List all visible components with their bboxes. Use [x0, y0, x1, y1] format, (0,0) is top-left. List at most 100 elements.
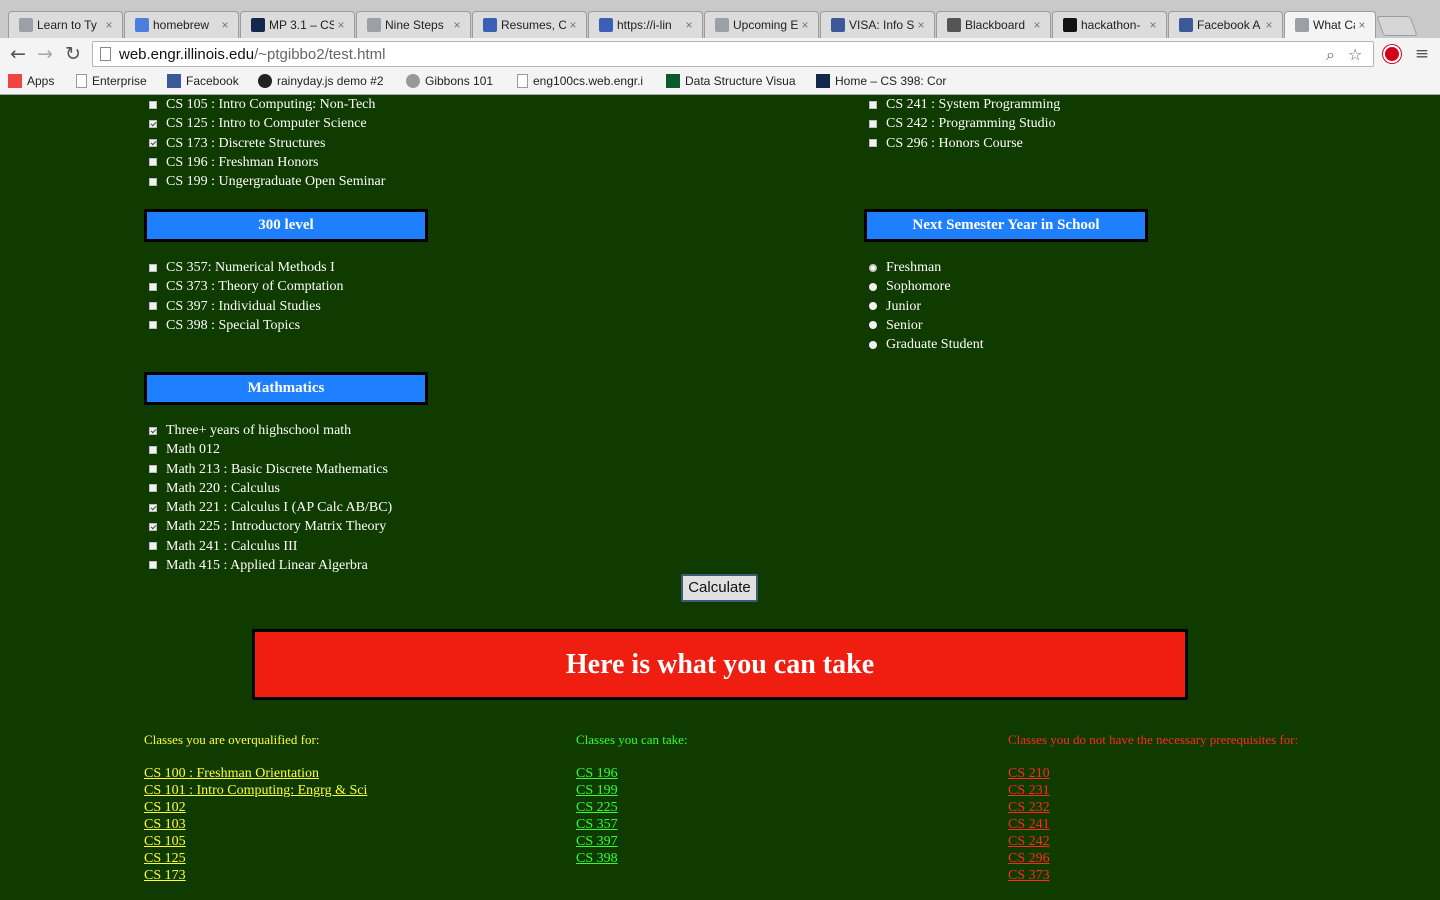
back-arrow-icon[interactable]: ←: [6, 42, 30, 66]
checkbox[interactable]: [149, 263, 157, 272]
course-link[interactable]: CS 357: [576, 816, 688, 833]
close-icon[interactable]: ×: [1262, 18, 1276, 32]
url-text[interactable]: web.engr.illinois.edu/~ptgibbo2/test.htm…: [119, 46, 385, 63]
close-icon[interactable]: ×: [566, 18, 580, 32]
checkbox-option: CS 242 : Programming Studio: [865, 114, 1056, 133]
course-link[interactable]: CS 199: [576, 782, 688, 799]
bookmark-item[interactable]: Apps: [8, 74, 54, 88]
course-link[interactable]: CS 232: [1008, 799, 1298, 816]
course-link[interactable]: CS 210: [1008, 765, 1298, 782]
close-icon[interactable]: ×: [1030, 18, 1044, 32]
checkbox[interactable]: [869, 139, 877, 147]
course-link[interactable]: CS 102: [144, 799, 367, 816]
close-icon[interactable]: ×: [1146, 18, 1160, 32]
close-icon[interactable]: ×: [218, 18, 232, 32]
bookmark-item[interactable]: Gibbons 101: [406, 74, 493, 88]
checkbox[interactable]: [869, 100, 877, 109]
checkbox[interactable]: [149, 139, 157, 147]
close-icon[interactable]: ×: [914, 18, 928, 32]
course-link[interactable]: CS 100 : Freshman Orientation: [144, 765, 367, 782]
magnifier-icon[interactable]: ⌕: [1326, 45, 1335, 65]
radio-button[interactable]: [869, 321, 877, 330]
page-icon: [76, 74, 87, 88]
course-link[interactable]: CS 373: [1008, 867, 1298, 884]
browser-tab[interactable]: Upcoming E ×: [704, 11, 819, 38]
checkbox[interactable]: [149, 426, 157, 435]
close-icon[interactable]: ×: [102, 18, 116, 32]
new-tab-button[interactable]: [1376, 16, 1418, 36]
browser-tab[interactable]: Blackboard ×: [936, 11, 1051, 38]
course-link[interactable]: CS 242: [1008, 833, 1298, 850]
course-link[interactable]: CS 103: [144, 816, 367, 833]
course-link[interactable]: CS 296: [1008, 850, 1298, 867]
checkbox[interactable]: [149, 542, 157, 550]
radio-button[interactable]: [869, 263, 877, 272]
checkbox[interactable]: [149, 522, 157, 531]
radio-button[interactable]: [869, 302, 877, 310]
browser-tab[interactable]: Nine Steps ×: [356, 11, 471, 38]
radio-option: Sophomore: [865, 277, 951, 296]
close-icon[interactable]: ×: [798, 18, 812, 32]
option-label: CS 125 : Intro to Computer Science: [166, 116, 367, 132]
gear-icon: [406, 74, 420, 88]
bookmark-item[interactable]: Facebook: [167, 74, 239, 88]
radio-option: Junior: [865, 297, 921, 316]
bookmark-item[interactable]: Data Structure Visua: [666, 74, 796, 88]
course-link[interactable]: CS 225: [576, 799, 688, 816]
browser-tab[interactable]: Learn to Ty ×: [8, 11, 123, 38]
option-label: Senior: [886, 317, 923, 333]
forward-arrow-icon[interactable]: →: [33, 42, 57, 66]
checkbox[interactable]: [149, 445, 157, 454]
calculate-button[interactable]: Calculate: [681, 574, 758, 602]
radio-button[interactable]: [869, 340, 877, 349]
browser-tab[interactable]: What Can I×: [1284, 11, 1376, 38]
bookmark-item[interactable]: Enterprise: [76, 74, 147, 88]
result-heading: Classes you do not have the necessary pr…: [1008, 732, 1299, 747]
close-icon[interactable]: ×: [450, 18, 464, 32]
browser-tab[interactable]: Facebook A ×: [1168, 11, 1283, 38]
close-icon[interactable]: ×: [334, 18, 348, 32]
address-bar[interactable]: web.engr.illinois.edu/~ptgibbo2/test.htm…: [92, 41, 1374, 67]
checkbox[interactable]: [149, 119, 157, 128]
checkbox[interactable]: [149, 465, 157, 473]
adblock-icon[interactable]: [1383, 45, 1401, 63]
checkbox[interactable]: [149, 561, 157, 570]
bookmark-item[interactable]: rainyday.js demo #2: [258, 74, 384, 88]
course-link[interactable]: CS 101 : Intro Computing: Engrg & Sci: [144, 782, 367, 799]
bookmark-item[interactable]: Home – CS 398: Cor: [816, 74, 946, 88]
browser-tab[interactable]: hackathon- ×: [1052, 11, 1167, 38]
checkbox[interactable]: [149, 321, 157, 330]
course-link[interactable]: CS 105: [144, 833, 367, 850]
checkbox[interactable]: [869, 119, 877, 128]
close-icon[interactable]: ×: [1355, 18, 1369, 32]
reload-icon[interactable]: ↻: [61, 42, 85, 66]
close-icon[interactable]: ×: [682, 18, 696, 32]
browser-tab[interactable]: https://i-lin ×: [588, 11, 703, 38]
option-label: Math 012: [166, 442, 221, 458]
menu-icon[interactable]: ≡: [1410, 42, 1434, 66]
course-link[interactable]: CS 398: [576, 850, 688, 867]
browser-tab[interactable]: homebrew ×: [124, 11, 239, 38]
radio-button[interactable]: [869, 282, 877, 291]
tab-title: What Can I: [1313, 18, 1355, 32]
bookmark-item[interactable]: eng100cs.web.engr.i: [517, 74, 643, 88]
checkbox[interactable]: [149, 484, 157, 493]
option-label: Math 221 : Calculus I (AP Calc AB/BC): [166, 500, 393, 515]
checkbox[interactable]: [149, 158, 157, 167]
checkbox[interactable]: [149, 282, 157, 291]
course-link[interactable]: CS 231: [1008, 782, 1298, 799]
checkbox[interactable]: [149, 302, 157, 310]
course-link[interactable]: CS 241: [1008, 816, 1298, 833]
checkbox[interactable]: [149, 177, 157, 186]
checkbox[interactable]: [149, 100, 157, 109]
checkbox[interactable]: [149, 503, 157, 512]
course-link[interactable]: CS 196: [576, 765, 688, 782]
option-label: CS 199 : Ungergraduate Open Seminar: [166, 174, 386, 189]
course-link[interactable]: CS 173: [144, 867, 367, 884]
browser-tab[interactable]: MP 3.1 – CS ×: [240, 11, 355, 38]
course-link[interactable]: CS 397: [576, 833, 688, 850]
star-icon[interactable]: ☆: [1348, 45, 1362, 64]
browser-tab[interactable]: VISA: Info S ×: [820, 11, 935, 38]
course-link[interactable]: CS 125: [144, 850, 367, 867]
browser-tab[interactable]: Resumes, C ×: [472, 11, 587, 38]
